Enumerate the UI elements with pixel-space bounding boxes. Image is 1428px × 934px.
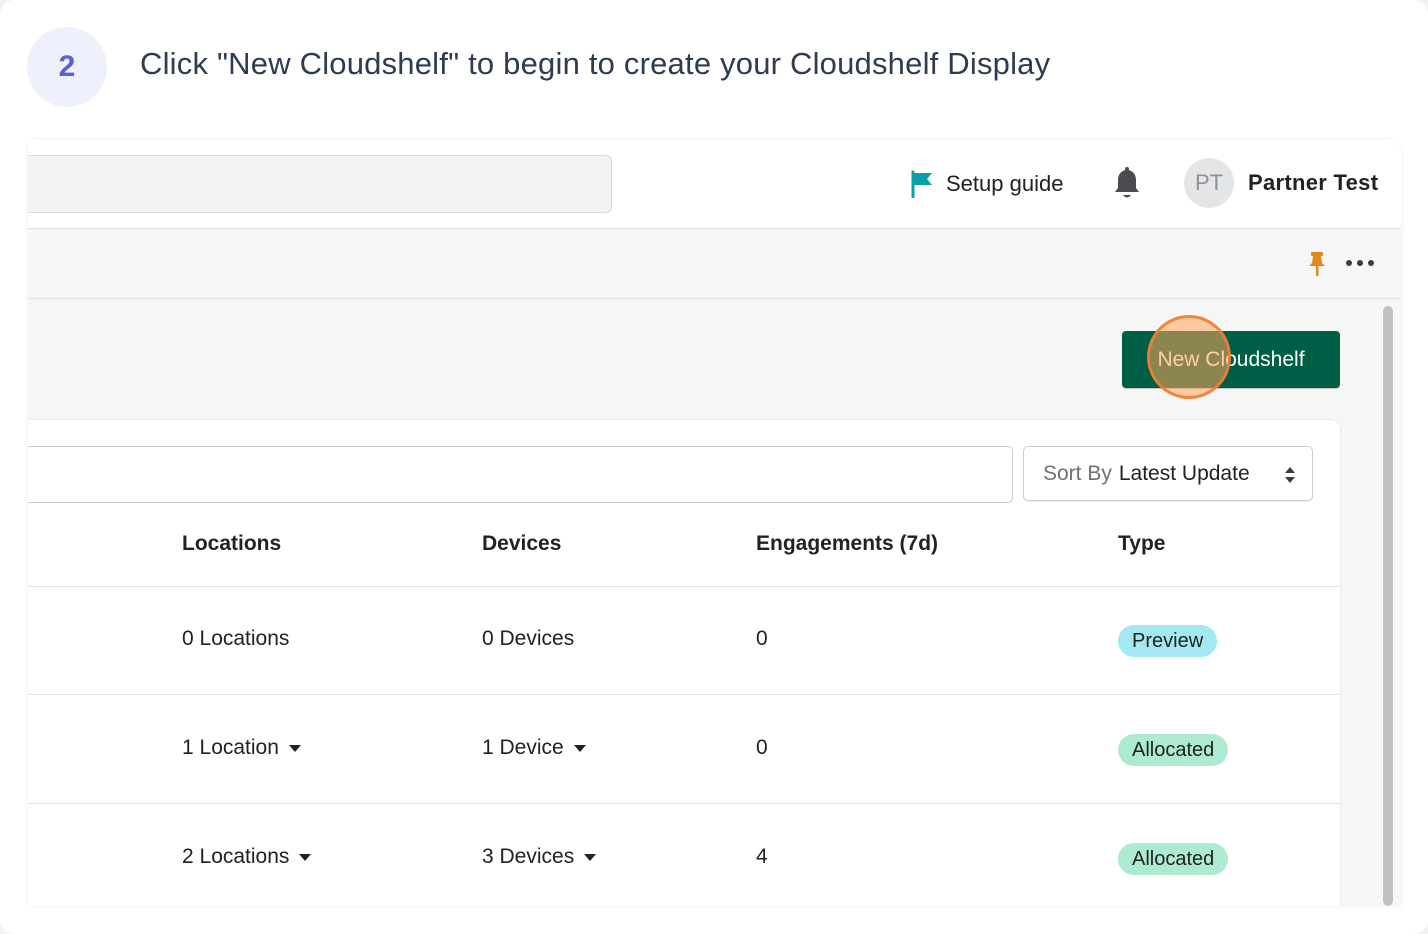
setup-guide-button[interactable]: Setup guide <box>910 168 1063 200</box>
cloudshelves-table-card: Sort By Latest Update Locations Devices … <box>28 420 1340 906</box>
devices-count: 1 Device <box>482 736 564 759</box>
caret-down-icon <box>584 853 597 861</box>
devices-count: 0 Devices <box>482 627 575 650</box>
column-header-devices: Devices <box>482 532 562 555</box>
flag-icon <box>911 170 932 198</box>
type-badge-allocated: Allocated <box>1118 843 1229 875</box>
pin-icon[interactable] <box>1306 251 1328 277</box>
avatar[interactable]: PT <box>1184 158 1234 208</box>
scrollbar[interactable] <box>1380 300 1396 906</box>
sort-selected-value: Latest Update <box>1118 461 1250 485</box>
devices-cell: 0 Devices <box>482 627 574 651</box>
step-number-badge: 2 <box>27 27 107 107</box>
engagements-cell: 4 <box>756 845 768 868</box>
engagements-cell: 0 <box>756 736 768 759</box>
locations-count: 1 Location <box>182 736 279 759</box>
global-search-input[interactable] <box>28 155 612 213</box>
table-row[interactable]: 1 Location 1 Device 0 Allocated <box>28 695 1340 804</box>
sort-prefix: Sort By <box>1043 461 1112 485</box>
sort-arrows-icon <box>1285 467 1295 483</box>
bell-icon[interactable] <box>1112 167 1142 201</box>
page-action-bar <box>28 229 1401 299</box>
tutorial-step-card: 2 Click "New Cloudshelf" to begin to cre… <box>0 0 1428 934</box>
locations-dropdown[interactable]: 2 Locations <box>182 845 312 869</box>
devices-count: 3 Devices <box>482 845 575 868</box>
engagements-cell: 0 <box>756 627 768 650</box>
column-header-type: Type <box>1118 532 1166 555</box>
locations-dropdown[interactable]: 1 Location <box>182 736 301 760</box>
caret-down-icon <box>573 744 586 752</box>
app-screenshot: Setup guide PT Partner Test New Cloudshe… <box>28 140 1401 906</box>
locations-cell: 0 Locations <box>182 627 289 651</box>
devices-dropdown[interactable]: 3 Devices <box>482 845 597 869</box>
column-header-locations: Locations <box>182 532 282 555</box>
devices-dropdown[interactable]: 1 Device <box>482 736 586 760</box>
user-name[interactable]: Partner Test <box>1248 170 1378 196</box>
table-row[interactable]: 0 Locations 0 Devices 0 Preview <box>28 586 1340 695</box>
caret-down-icon <box>288 744 301 752</box>
locations-count: 2 Locations <box>182 845 290 868</box>
column-header-engagements: Engagements (7d) <box>756 532 939 555</box>
table-header: Locations Devices Engagements (7d) Type <box>28 502 1340 587</box>
filter-input[interactable] <box>28 446 1013 503</box>
setup-guide-label: Setup guide <box>946 171 1064 196</box>
scrollbar-thumb[interactable] <box>1383 306 1393 906</box>
step-instruction: Click "New Cloudshelf" to begin to creat… <box>140 46 1051 81</box>
type-badge-allocated: Allocated <box>1118 734 1229 766</box>
click-indicator <box>1147 315 1231 399</box>
locations-count: 0 Locations <box>182 627 290 650</box>
type-badge-preview: Preview <box>1118 625 1218 657</box>
sort-select[interactable]: Sort By Latest Update <box>1023 446 1313 501</box>
table-row[interactable]: 2 Locations 3 Devices 4 Allocated <box>28 804 1340 906</box>
more-horizontal-icon[interactable] <box>1346 260 1374 266</box>
caret-down-icon <box>299 853 312 861</box>
top-bar: Setup guide PT Partner Test <box>28 140 1401 229</box>
